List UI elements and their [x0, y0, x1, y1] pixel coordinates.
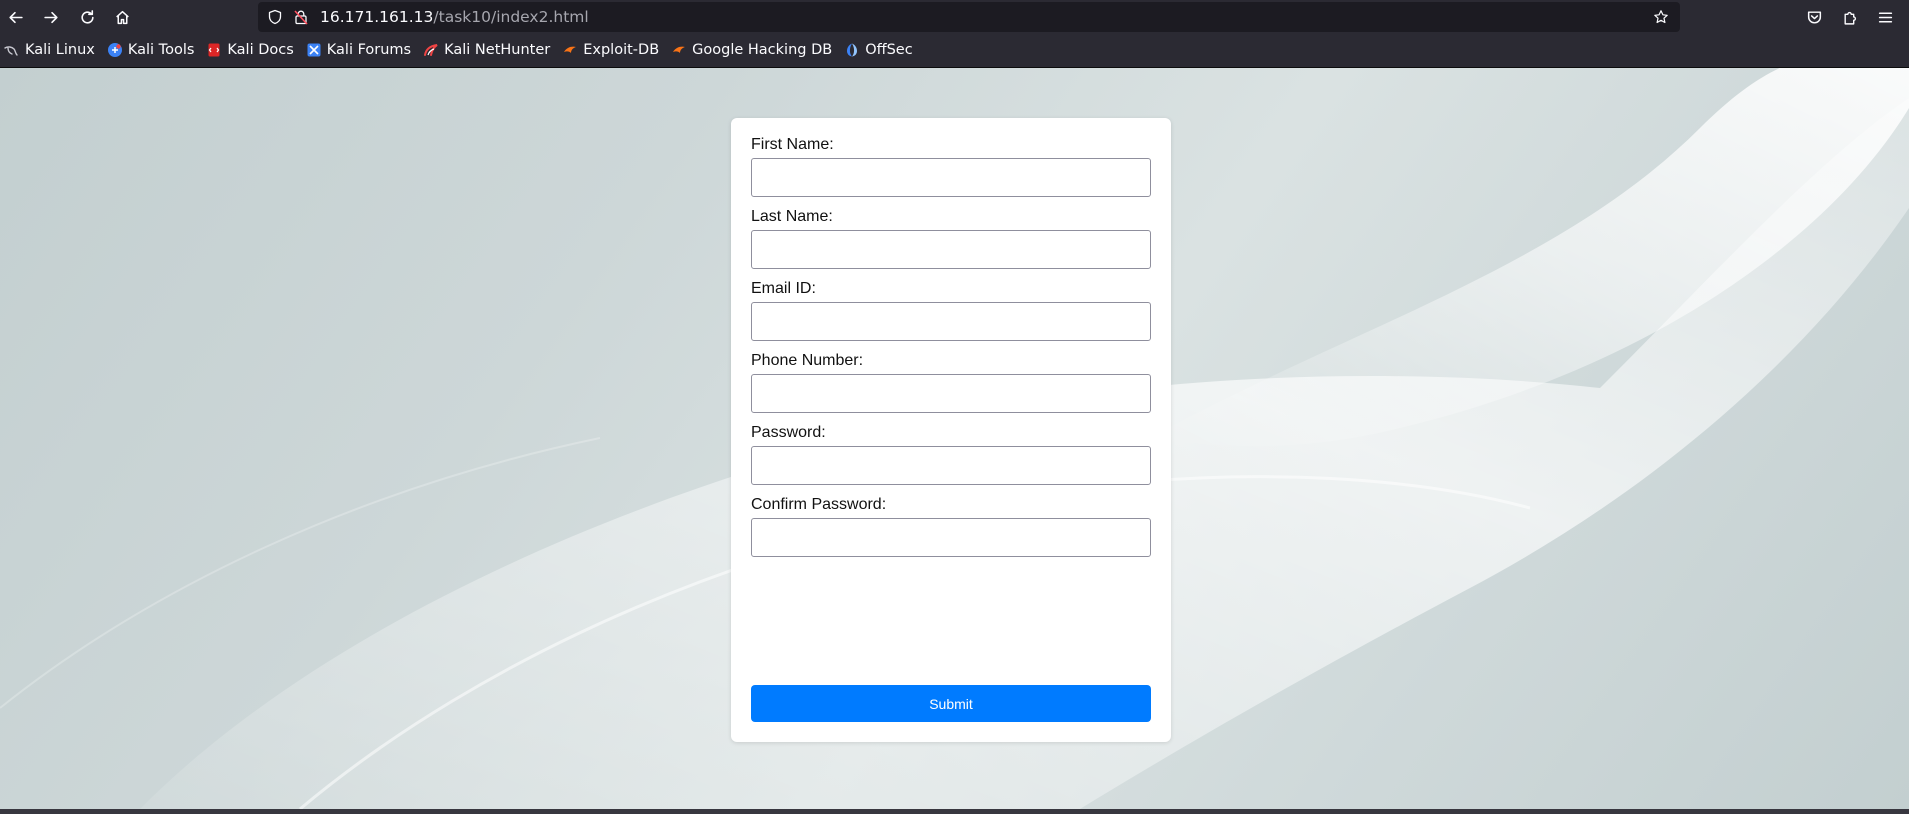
email-id-input[interactable]: [751, 302, 1151, 341]
bookmark-google-hacking-db[interactable]: Google Hacking DB: [671, 38, 832, 62]
bookmark-kali-nethunter[interactable]: Kali NetHunter: [423, 38, 550, 62]
forward-button[interactable]: [38, 4, 64, 30]
url-host: 16.171.161.13: [320, 8, 434, 26]
kali-dragon-icon: [4, 42, 20, 58]
browser-toolbar: 16.171.161.13/task10/index2.html: [0, 0, 1909, 33]
kali-nethunter-icon: [423, 42, 439, 58]
offsec-icon: [844, 42, 860, 58]
first-name-label: First Name:: [751, 136, 834, 153]
page-viewport: First Name: Last Name: Email ID: Phone N…: [0, 68, 1909, 809]
bookmark-label: Kali Docs: [227, 42, 294, 58]
url-path: /task10/index2.html: [433, 8, 589, 26]
submit-button[interactable]: Submit: [751, 685, 1151, 722]
email-id-label: Email ID:: [751, 280, 816, 297]
pocket-icon: [1807, 10, 1821, 24]
app-menu-button[interactable]: [1872, 4, 1898, 30]
kali-tools-icon: [107, 42, 123, 58]
bookmark-kali-tools[interactable]: Kali Tools: [107, 38, 195, 62]
reload-button[interactable]: [74, 4, 100, 30]
bookmark-label: Exploit-DB: [583, 42, 660, 58]
back-button[interactable]: [2, 4, 28, 30]
bookmarks-toolbar: Kali Linux Kali Tools Kali Docs Kali For…: [0, 33, 1909, 68]
confirm-password-input[interactable]: [751, 518, 1151, 557]
first-name-input[interactable]: [751, 158, 1151, 197]
arrow-left-icon: [8, 11, 23, 23]
bookmark-label: Kali Linux: [25, 42, 95, 58]
tracking-protection-shield-icon[interactable]: [266, 8, 284, 26]
registration-form: First Name: Last Name: Email ID: Phone N…: [731, 118, 1171, 742]
hamburger-menu-icon: [1878, 11, 1892, 23]
phone-number-input[interactable]: [751, 374, 1151, 413]
reload-icon: [80, 9, 94, 24]
bookmark-label: Kali Tools: [127, 42, 195, 58]
bookmark-star-icon[interactable]: [1652, 8, 1670, 26]
pocket-button[interactable]: [1801, 4, 1827, 30]
password-label: Password:: [751, 424, 826, 441]
confirm-password-label: Confirm Password:: [751, 496, 887, 513]
home-button[interactable]: [109, 4, 135, 30]
window-bottom-edge: [0, 809, 1909, 814]
arrow-right-icon: [43, 11, 58, 23]
phone-number-label: Phone Number:: [751, 352, 864, 369]
last-name-label: Last Name:: [751, 208, 833, 225]
insecure-lock-icon[interactable]: [292, 8, 310, 26]
puzzle-piece-icon: [1843, 11, 1856, 25]
extensions-button[interactable]: [1837, 4, 1863, 30]
home-icon: [115, 10, 129, 24]
exploit-db-icon: [562, 42, 578, 58]
bookmark-label: Kali Forums: [326, 42, 412, 58]
url-bar[interactable]: 16.171.161.13/task10/index2.html: [258, 2, 1680, 32]
bookmark-label: Kali NetHunter: [444, 42, 551, 58]
bookmark-label: Google Hacking DB: [692, 42, 833, 58]
url-text[interactable]: 16.171.161.13/task10/index2.html: [320, 8, 589, 26]
kali-forums-icon: [306, 42, 322, 58]
bookmark-label: OffSec: [865, 42, 913, 58]
bookmark-kali-forums[interactable]: Kali Forums: [306, 38, 411, 62]
bookmark-kali-docs[interactable]: Kali Docs: [206, 38, 294, 62]
last-name-input[interactable]: [751, 230, 1151, 269]
bookmark-kali-linux[interactable]: Kali Linux: [4, 38, 95, 62]
bookmark-offsec[interactable]: OffSec: [844, 38, 913, 62]
kali-docs-icon: [206, 42, 222, 58]
password-input[interactable]: [751, 446, 1151, 485]
bookmark-exploit-db[interactable]: Exploit-DB: [562, 38, 659, 62]
google-hacking-db-icon: [671, 42, 687, 58]
